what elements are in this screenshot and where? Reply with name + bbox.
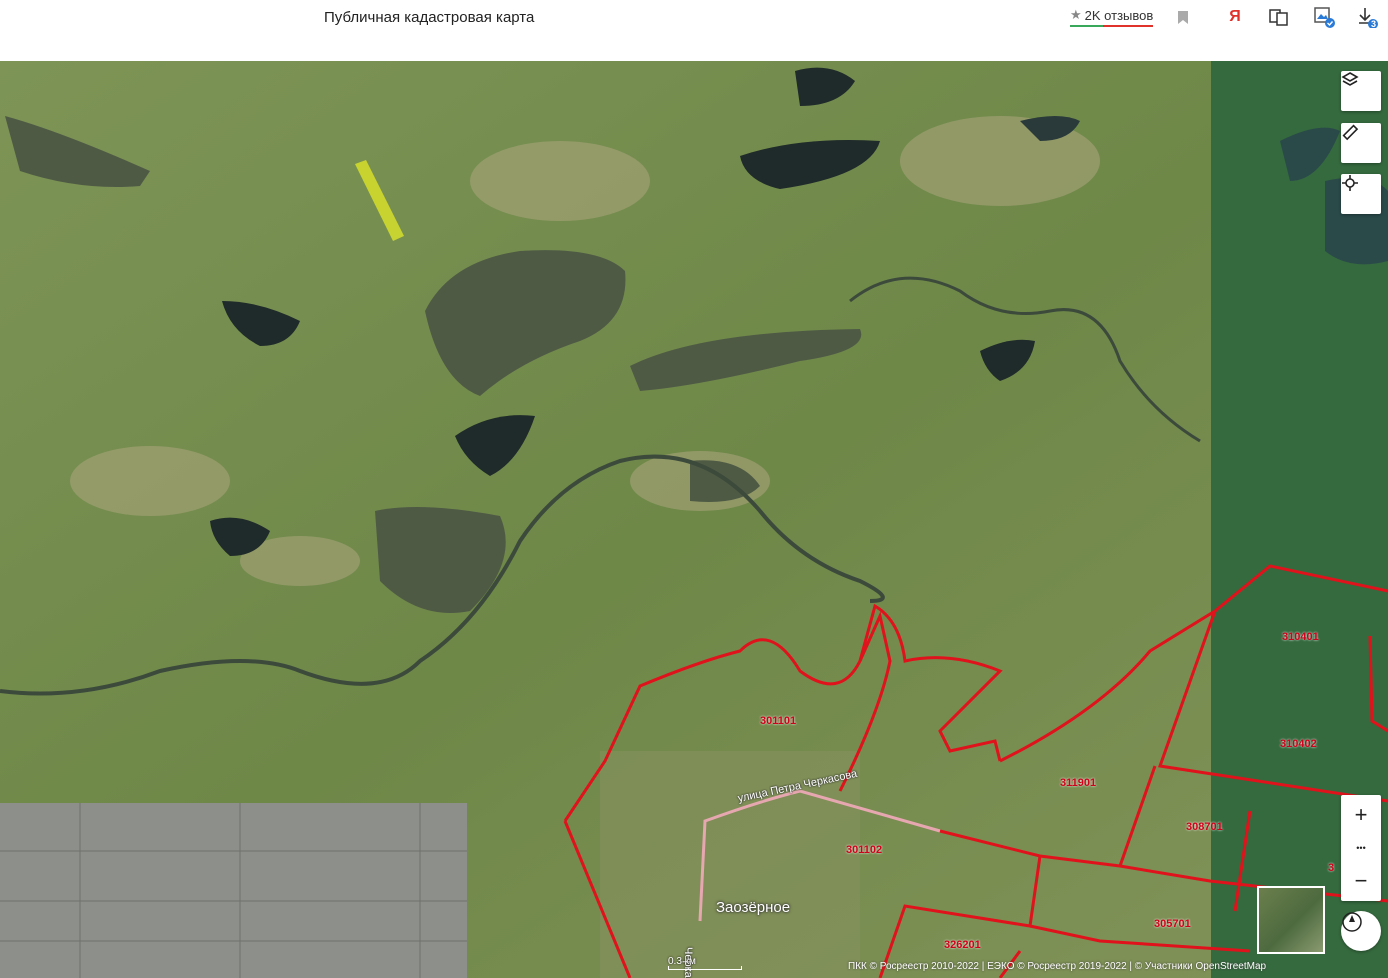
scale-bar: 0.3 км xyxy=(668,956,742,970)
locate-button[interactable] xyxy=(1341,174,1381,214)
minimap[interactable] xyxy=(1257,886,1325,954)
more-button[interactable]: ••• xyxy=(1341,835,1381,861)
compass-button[interactable] xyxy=(1341,911,1381,951)
zoom-out-button[interactable]: − xyxy=(1341,861,1381,901)
top-bar: Публичная кадастровая карта ★ 2K отзывов… xyxy=(0,0,1388,61)
zoom-controls: + ••• − xyxy=(1341,795,1381,901)
zoom-in-button[interactable]: + xyxy=(1341,795,1381,835)
scale-line xyxy=(668,966,742,970)
bookmark-icon[interactable] xyxy=(1172,6,1194,28)
translate-icon[interactable] xyxy=(1268,6,1290,28)
parcel-label[interactable]: 301102 xyxy=(846,844,882,856)
compass-icon xyxy=(1342,912,1362,932)
layers-button[interactable] xyxy=(1341,71,1381,111)
parcel-label[interactable]: 305701 xyxy=(1154,918,1191,930)
parcel-label[interactable]: 301101 xyxy=(760,715,796,727)
star-icon: ★ xyxy=(1070,7,1082,22)
parcel-label[interactable]: 308701 xyxy=(1186,821,1223,833)
layers-icon xyxy=(1341,72,1359,86)
parcel-label[interactable]: 326201 xyxy=(944,939,981,951)
image-check-icon[interactable] xyxy=(1313,6,1335,28)
place-label: Заозёрное xyxy=(716,899,791,916)
parcel-label[interactable]: 3 xyxy=(1328,862,1334,874)
parcel-label[interactable]: 310401 xyxy=(1282,631,1319,643)
reviews-label: 2K отзывов xyxy=(1084,7,1154,23)
measure-button[interactable] xyxy=(1341,123,1381,163)
reviews-underline xyxy=(1070,25,1154,27)
attribution: ПКК © Росреестр 2010-2022 | ЕЭКО © Росре… xyxy=(848,961,1267,972)
map-canvas[interactable]: 310401 310402 301101 311901 308701 30110… xyxy=(0,61,1388,978)
page-title: Публичная кадастровая карта xyxy=(324,9,535,26)
satellite-imagery xyxy=(0,61,1388,978)
ruler-icon xyxy=(1342,124,1359,141)
parcel-label[interactable]: 311901 xyxy=(1060,777,1096,789)
download-badge: 3 xyxy=(1371,19,1377,29)
yandex-icon[interactable]: Я xyxy=(1224,6,1246,28)
parcel-label[interactable]: 310402 xyxy=(1280,738,1317,750)
locate-icon xyxy=(1342,175,1358,191)
download-icon[interactable]: 3 xyxy=(1356,6,1378,29)
reviews-link[interactable]: ★ 2K отзывов xyxy=(1070,7,1154,27)
